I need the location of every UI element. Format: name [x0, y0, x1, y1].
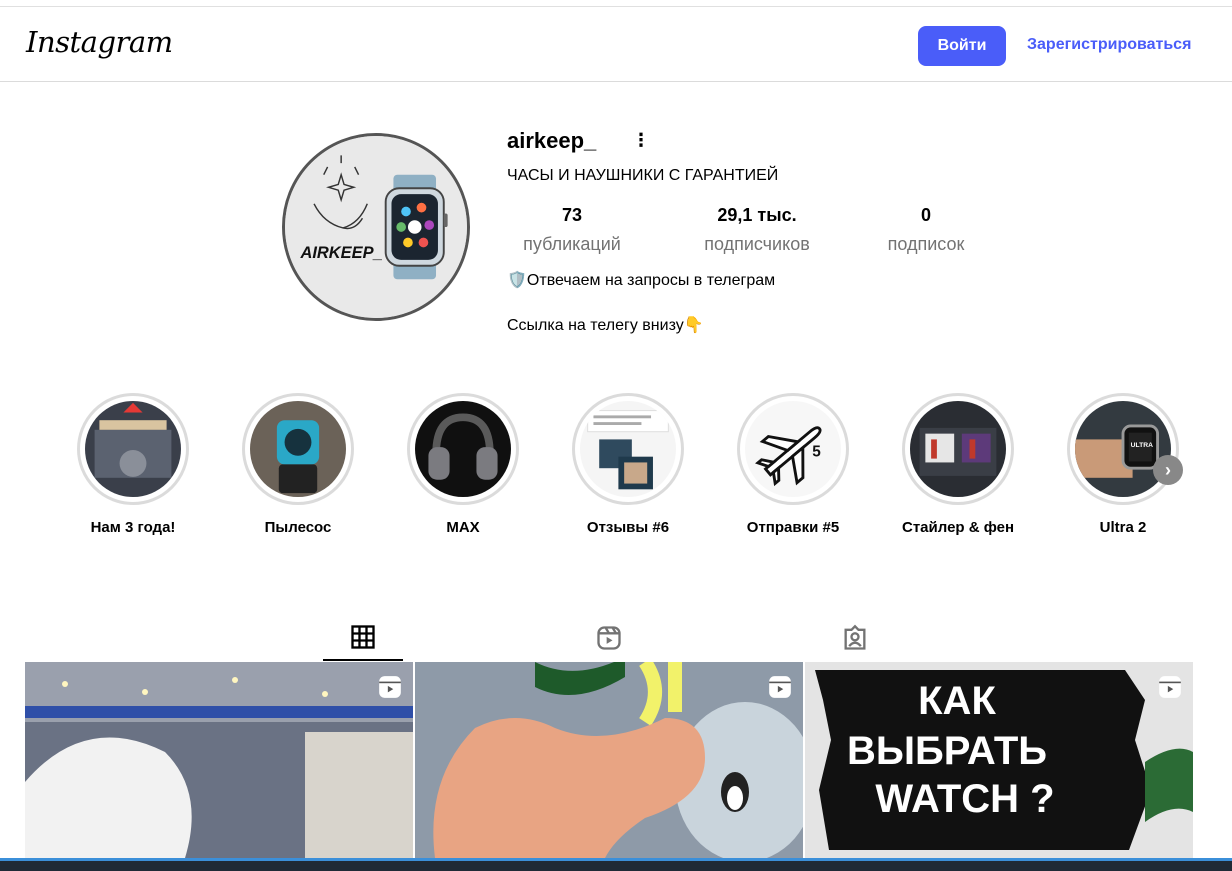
bio-line-2: Ссылка на телегу внизу👇	[507, 317, 704, 334]
reel-badge-icon	[379, 676, 401, 698]
post-tile[interactable]	[25, 662, 413, 858]
grid-icon	[351, 625, 375, 649]
stat-following-value: 0	[920, 205, 931, 225]
profile-category: ЧАСЫ И НАУШНИКИ С ГАРАНТИЕЙ	[507, 167, 779, 184]
highlight-item[interactable]: Нам 3 года!	[77, 393, 189, 536]
instagram-logo[interactable]: Instagram	[26, 25, 173, 59]
highlight-item[interactable]: Стайлер & фен	[902, 393, 1014, 536]
stat-followers-label: подписчиков	[704, 234, 810, 254]
highlight-cover	[85, 401, 181, 497]
highlight-label: Стайлер & фен	[902, 519, 1015, 536]
highlight-label: Отзывы #6	[586, 519, 670, 536]
tab-tagged[interactable]	[815, 615, 895, 661]
highlight-cover: 5	[745, 401, 841, 497]
login-button[interactable]: Войти	[918, 26, 1006, 66]
reel-badge-icon	[1159, 676, 1181, 698]
highlight-cover	[415, 401, 511, 497]
profile-username: airkeep_	[507, 128, 597, 153]
more-options-icon[interactable]: ⋮	[632, 130, 650, 151]
post-overlay-line-3: WATCH ?	[875, 777, 1054, 821]
post-tile[interactable]: КАК ВЫБРАТЬ WATCH ?	[805, 662, 1193, 858]
tab-reels[interactable]	[569, 615, 649, 661]
profile-avatar[interactable]: AIRKEEP_	[282, 133, 470, 321]
highlight-item[interactable]: Пылесос	[242, 393, 354, 536]
stat-posts-label: публикаций	[523, 234, 621, 254]
highlight-cover: ULTRA	[1075, 401, 1171, 497]
stat-following-label: подписок	[887, 234, 965, 254]
post-overlay-line-2: ВЫБРАТЬ	[847, 729, 1047, 773]
bio-line-1: 🛡️Отвечаем на запросы в телеграм	[507, 272, 776, 289]
tagged-icon	[844, 624, 866, 650]
highlight-label: Пылесос	[264, 519, 332, 536]
post-overlay-line-1: КАК	[918, 679, 996, 723]
highlight-item[interactable]: Отзывы #6	[572, 393, 684, 536]
svg-text:ULTRA: ULTRA	[1131, 442, 1153, 449]
stat-posts: 73 публикаций	[517, 205, 627, 255]
avatar-brand-text: AIRKEEP_	[299, 244, 382, 262]
stat-following[interactable]: 0 подписок	[880, 205, 972, 255]
top-navbar: Instagram Войти Зарегистрироваться	[0, 6, 1232, 82]
stat-posts-value: 73	[561, 205, 583, 225]
highlight-label: Нам 3 года!	[90, 519, 176, 536]
highlight-label: Отправки #5	[746, 519, 840, 536]
svg-text:5: 5	[812, 444, 821, 461]
stat-followers[interactable]: 29,1 тыс. подписчиков	[695, 205, 819, 255]
reel-badge-icon	[769, 676, 791, 698]
reels-icon	[597, 626, 621, 650]
highlight-item[interactable]: MAX	[407, 393, 519, 536]
highlight-label: Ultra 2	[1099, 519, 1147, 536]
highlight-cover	[910, 401, 1006, 497]
tab-posts[interactable]	[323, 615, 403, 661]
os-taskbar	[0, 858, 1232, 871]
stat-followers-value: 29,1 тыс.	[717, 205, 797, 225]
post-tile[interactable]	[415, 662, 803, 858]
highlights-next-button[interactable]: ›	[1153, 455, 1183, 485]
highlight-item[interactable]: 5 Отправки #5	[737, 393, 849, 536]
highlight-cover	[580, 401, 676, 497]
highlight-cover	[250, 401, 346, 497]
highlight-label: MAX	[446, 519, 480, 536]
signup-link[interactable]: Зарегистрироваться	[1027, 36, 1191, 54]
